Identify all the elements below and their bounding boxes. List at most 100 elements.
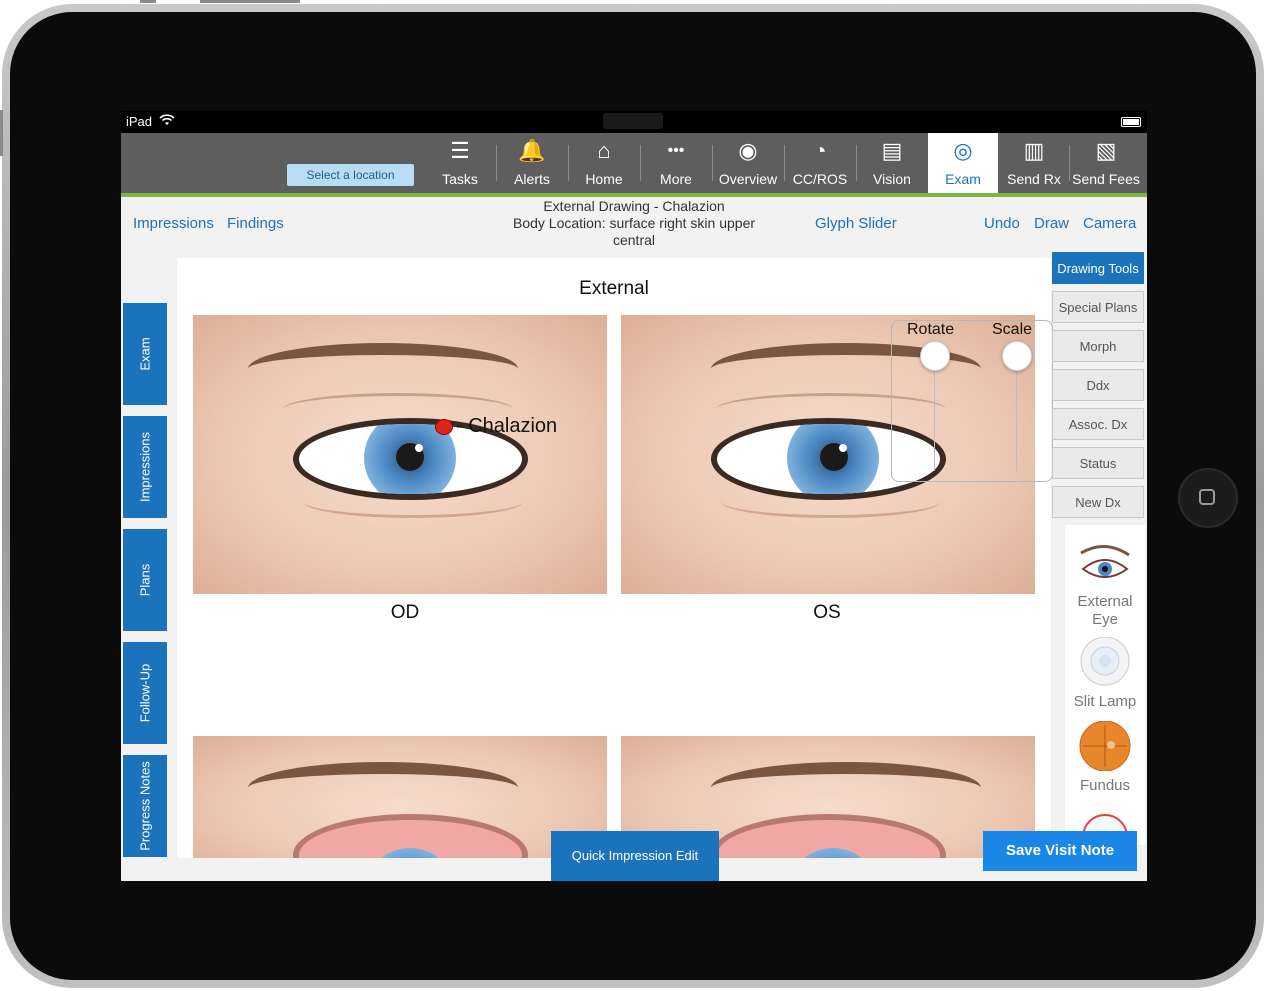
nav-label: Exam [945,171,981,187]
lower-lid [303,485,523,518]
nav-label: Send Rx [1007,171,1061,187]
select-location-button[interactable]: Select a location [287,164,414,186]
body-location: Body Location: surface right skin upper … [512,215,756,248]
od-eye-drawing-2[interactable] [193,736,607,858]
nav-tasks[interactable]: ☰ Tasks [425,133,495,193]
palette-fundus[interactable]: Fundus [1065,721,1145,805]
nav-label: Home [585,171,623,187]
os-label: OS [813,602,841,623]
od-eye-drawing[interactable] [193,315,607,594]
tab-status[interactable]: Status [1052,447,1144,479]
rotate-slider-knob[interactable] [920,341,950,371]
nav-label: Alerts [514,171,550,187]
status-bar: iPad [121,111,1147,133]
external-eye-icon [1080,545,1130,578]
nav-more[interactable]: ••• More [641,133,711,193]
quick-impression-edit-button[interactable]: Quick Impression Edit [551,831,719,881]
battery-icon [1121,117,1141,127]
palette-external-eye[interactable]: External Eye [1065,533,1145,633]
nav-alerts[interactable]: 🔔 Alerts [497,133,567,193]
tab-special-plans[interactable]: Special Plans [1052,291,1144,323]
rail-tab-exam[interactable]: Exam [123,303,167,405]
glint [839,444,847,452]
scale-label: Scale [992,321,1033,338]
camera-notch [603,113,663,129]
tab-drawing-tools[interactable]: Drawing Tools [1052,252,1144,284]
top-button-2 [200,0,300,3]
findings-link[interactable]: Findings [227,215,284,232]
home-icon: ⌂ [597,138,611,163]
camera-link[interactable]: Camera [1083,215,1136,232]
impressions-link[interactable]: Impressions [133,215,214,232]
device-name: iPad [126,114,153,129]
slit-lamp-icon [1080,637,1130,686]
screen: iPad Select a location ☰ Tasks 🔔 Alerts … [121,111,1147,881]
undo-link[interactable]: Undo [984,215,1020,232]
top-button [140,0,156,3]
tab-morph[interactable]: Morph [1052,330,1144,362]
wifi-icon [159,114,175,129]
save-visit-note-button[interactable]: Save Visit Note [983,831,1137,871]
nav-exam[interactable]: ◎ Exam [928,133,998,193]
eye-icon: ◎ [953,138,973,163]
rail-tab-label: Plans [137,563,153,597]
chalazion-label: - Chalazion [456,415,558,437]
nav-label: More [660,171,692,187]
chalazion-marker[interactable] [435,419,453,435]
nav-label: Tasks [442,171,478,187]
nav-label: Vision [873,171,911,187]
clock-icon: ◔ [813,138,827,163]
rail-tab-plans[interactable]: Plans [123,529,167,631]
tab-assoc-dx[interactable]: Assoc. Dx [1052,408,1144,440]
rail-tab-label: Impressions [137,431,153,503]
drawing-palette: External Eye Slit Lamp Fundus [1065,525,1145,845]
eye-opening [711,814,946,858]
rail-tab-progress-notes[interactable]: Progress Notes [123,755,167,857]
volume-button [0,110,3,156]
eyebrow [711,762,981,814]
eyebrow [248,343,518,395]
tab-new-dx[interactable]: New Dx [1052,486,1144,518]
person-icon: ◉ [738,138,758,163]
top-nav: Select a location ☰ Tasks 🔔 Alerts ⌂ Hom… [121,133,1147,197]
nav-label: CC/ROS [792,171,848,187]
drawing-subtitle: External Drawing - Chalazion Body Locati… [491,198,777,249]
glyph-slider-link[interactable]: Glyph Slider [815,215,897,232]
tasks-icon: ☰ [450,138,470,163]
nav-send-fees[interactable]: ▧ Send Fees [1070,133,1142,193]
drawing-title: External Drawing - Chalazion [543,198,725,214]
rail-tab-impressions[interactable]: Impressions [123,416,167,518]
home-button[interactable] [1178,468,1238,528]
rotate-label: Rotate [907,321,955,338]
sub-bar: Impressions Findings External Drawing - … [121,197,1147,257]
iris [787,848,879,858]
vision-chart-icon: ▤ [881,138,903,163]
nav-vision[interactable]: ▤ Vision [857,133,927,193]
eyebrow [248,762,518,814]
draw-link[interactable]: Draw [1034,215,1069,232]
iris [364,848,456,858]
nav-home[interactable]: ⌂ Home [569,133,639,193]
rail-tab-follow-up[interactable]: Follow-Up [123,642,167,744]
glint [415,444,423,452]
send-rx-icon: ▥ [1023,138,1045,163]
canvas-title: External [579,278,649,299]
bell-icon: 🔔 [518,138,546,163]
rail-tab-label: Follow-Up [137,663,153,723]
scale-track [1016,355,1017,471]
eye-opening [293,814,528,858]
rail-tab-label: Exam [137,337,153,371]
nav-overview[interactable]: ◉ Overview [713,133,783,193]
nav-send-rx[interactable]: ▥ Send Rx [999,133,1069,193]
home-square-icon [1199,489,1215,505]
tab-ddx[interactable]: Ddx [1052,369,1144,401]
scale-slider-knob[interactable] [1002,341,1032,371]
nav-label: Overview [718,171,778,187]
rotate-track [934,355,935,471]
nav-cc-ros[interactable]: ◔ CC/ROS [785,133,855,193]
fundus-icon [1079,721,1131,771]
palette-slit-lamp[interactable]: Slit Lamp [1065,637,1145,717]
more-icon: ••• [667,142,685,159]
nav-label: Send Fees [1072,171,1140,187]
od-label: OD [390,602,420,623]
